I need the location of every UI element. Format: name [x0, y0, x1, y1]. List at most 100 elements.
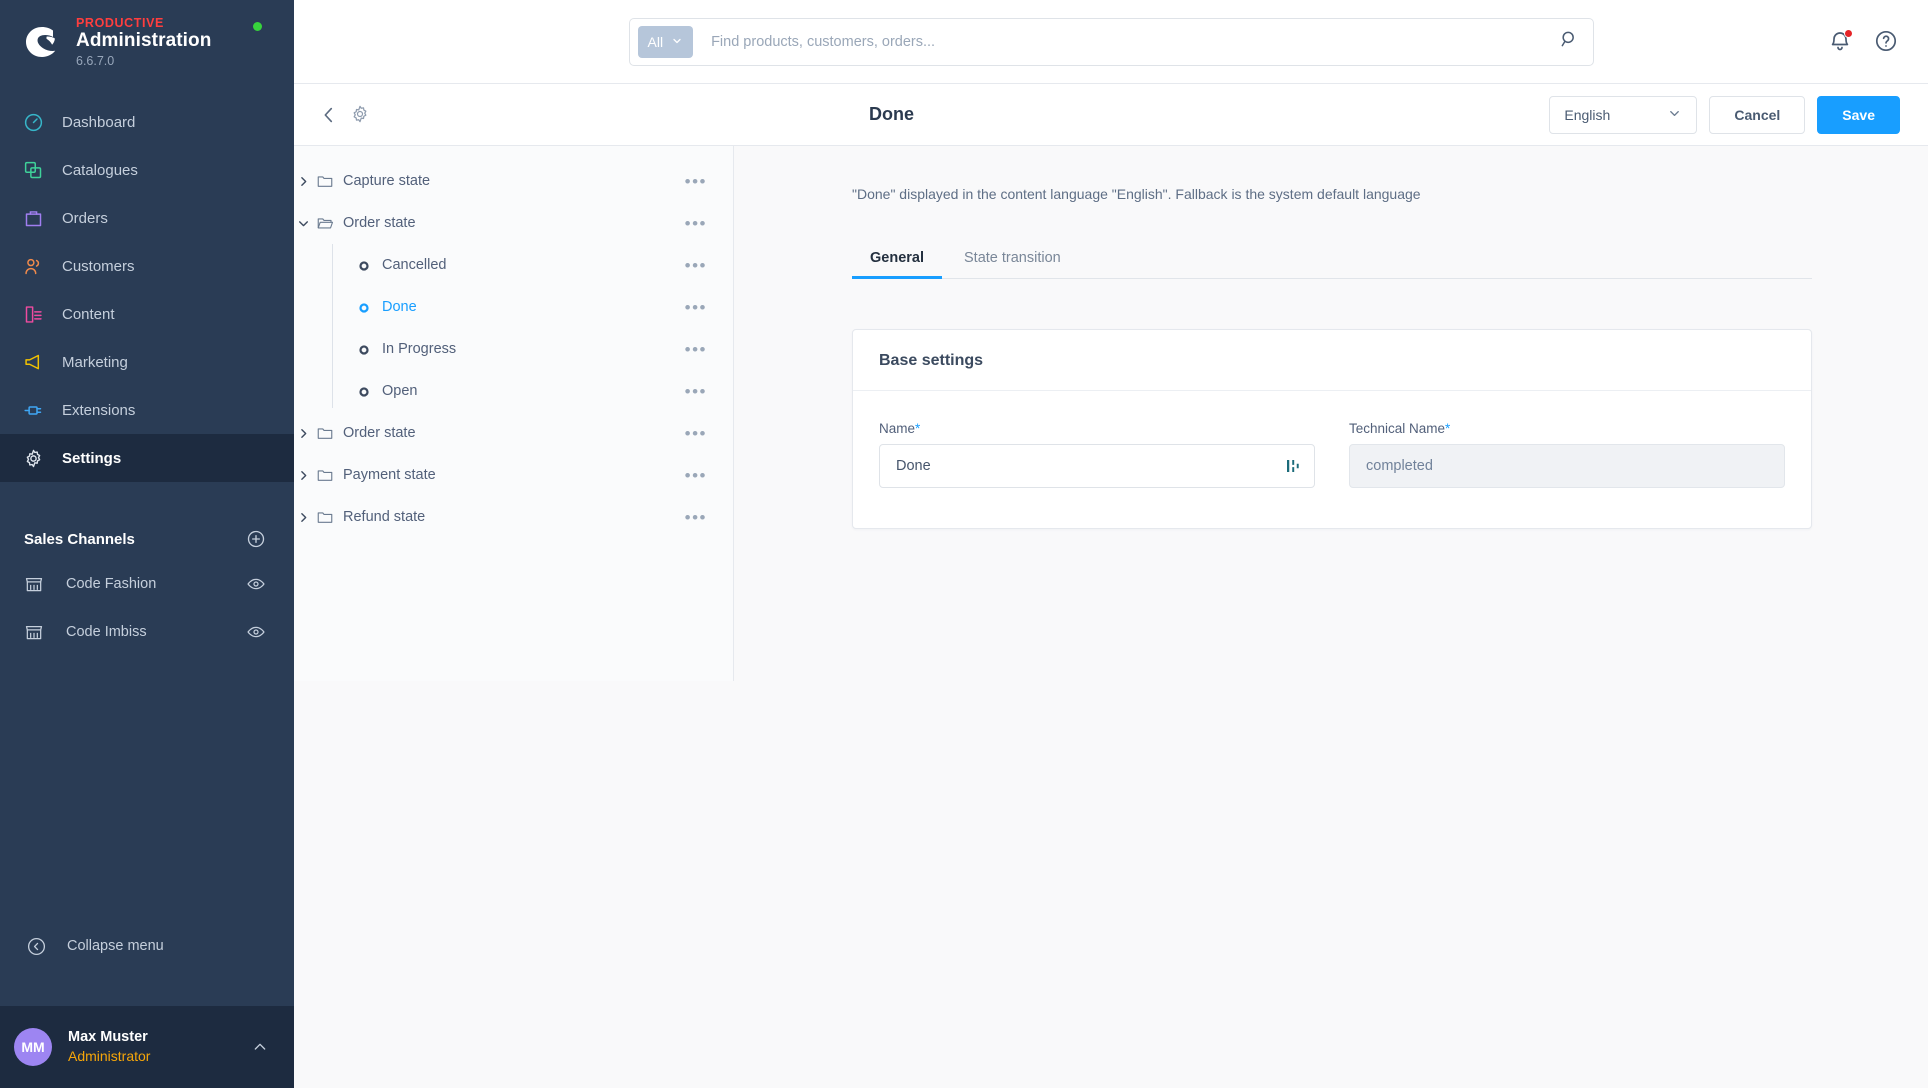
search-icon[interactable]	[1559, 29, 1579, 54]
user-menu[interactable]: MM Max Muster Administrator	[0, 1006, 294, 1088]
sidebar-item-marketing[interactable]: Marketing	[0, 338, 294, 386]
gear-icon[interactable]	[350, 104, 372, 126]
sidebar-item-label: Content	[62, 305, 115, 323]
chevron-down-icon	[1667, 106, 1682, 124]
tree-node-label: Payment state	[343, 467, 436, 483]
sidebar-item-catalogues[interactable]: Catalogues	[0, 146, 294, 194]
sidebar-item-extensions[interactable]: Extensions	[0, 386, 294, 434]
tab-state-transition[interactable]: State transition	[946, 240, 1079, 278]
card-title: Base settings	[879, 352, 984, 369]
sales-channel-label: Code Fashion	[66, 576, 157, 592]
tree-node-order-state-collapsed[interactable]: Order state •••	[294, 412, 733, 454]
chevron-right-icon[interactable]	[294, 508, 312, 526]
technical-name-input-wrapper	[1349, 444, 1785, 488]
tree-node-capture-state[interactable]: Capture state •••	[294, 160, 733, 202]
eye-icon[interactable]	[246, 574, 266, 594]
add-sales-channel-icon[interactable]	[246, 529, 266, 549]
tree-node-done[interactable]: Done •••	[294, 286, 733, 328]
tree-node-context-menu[interactable]: •••	[685, 425, 707, 442]
global-search: All	[628, 17, 1594, 66]
storefront-icon	[24, 622, 44, 642]
search-input[interactable]	[693, 33, 1559, 50]
help-circle-icon[interactable]	[1874, 29, 1900, 55]
tree-node-cancelled[interactable]: Cancelled •••	[294, 244, 733, 286]
collapse-menu-button[interactable]: Collapse menu	[0, 922, 294, 970]
inheritance-icon[interactable]	[1284, 457, 1302, 475]
required-marker: *	[915, 421, 921, 436]
eye-icon[interactable]	[246, 622, 266, 642]
topbar-actions	[1828, 28, 1900, 55]
chevron-up-icon[interactable]	[252, 1039, 268, 1055]
brand-title: Administration	[76, 30, 212, 52]
field-label-text: Technical Name	[1349, 421, 1446, 436]
sidebar-item-content[interactable]: Content	[0, 290, 294, 338]
chevron-right-icon[interactable]	[294, 466, 312, 484]
save-button[interactable]: Save	[1817, 95, 1900, 134]
name-input[interactable]	[896, 458, 1284, 474]
page-toolbar: Done English Cancel Save	[294, 84, 1928, 146]
tree-node-label: Open	[382, 383, 418, 399]
bell-icon[interactable]	[1828, 28, 1854, 55]
cancel-button[interactable]: Cancel	[1709, 95, 1806, 134]
topbar: All	[294, 0, 1928, 84]
name-input-wrapper	[879, 444, 1315, 488]
tree-node-open[interactable]: Open •••	[294, 370, 733, 412]
state-machine-tree: Capture state ••• Order state ••• Cancel…	[294, 146, 734, 681]
tab-general[interactable]: General	[852, 240, 942, 279]
technical-name-input	[1366, 458, 1772, 474]
user-name: Max Muster	[68, 1029, 148, 1046]
sidebar: PRODUCTIVE Administration 6.6.7.0 Dashbo…	[0, 0, 294, 1088]
field-label: Name*	[879, 421, 1315, 436]
sales-channel-label: Code Imbiss	[66, 624, 147, 640]
tree-node-context-menu[interactable]: •••	[685, 215, 707, 232]
tree-node-label: Refund state	[343, 509, 426, 525]
sidebar-item-dashboard[interactable]: Dashboard	[0, 98, 294, 146]
folder-icon	[316, 424, 334, 442]
main-navigation: Dashboard Catalogues Orders Customers Co…	[0, 98, 294, 482]
sidebar-item-label: Orders	[62, 209, 108, 227]
tree-node-context-menu[interactable]: •••	[685, 173, 707, 190]
chevron-down-icon[interactable]	[294, 214, 312, 232]
folder-icon	[316, 508, 334, 526]
sales-channels-title: Sales Channels	[24, 530, 135, 548]
content-icon	[22, 303, 44, 325]
tree-node-context-menu[interactable]: •••	[685, 341, 707, 358]
chevron-right-icon[interactable]	[294, 424, 312, 442]
tree-node-context-menu[interactable]: •••	[685, 509, 707, 526]
folder-open-icon	[316, 214, 334, 232]
folder-icon	[316, 172, 334, 190]
tree-node-order-state-expanded[interactable]: Order state •••	[294, 202, 733, 244]
collapse-menu-label: Collapse menu	[67, 938, 164, 954]
sales-channel-code-fashion[interactable]: Code Fashion	[0, 560, 294, 608]
brand-header: PRODUCTIVE Administration 6.6.7.0	[0, 0, 294, 84]
sales-channel-code-imbiss[interactable]: Code Imbiss	[0, 608, 294, 656]
sidebar-item-label: Customers	[62, 257, 135, 275]
required-marker: *	[1445, 421, 1451, 436]
sidebar-item-label: Catalogues	[62, 161, 138, 179]
app-root: PRODUCTIVE Administration 6.6.7.0 Dashbo…	[0, 0, 1928, 1088]
page-title: Done	[869, 104, 914, 124]
language-select[interactable]: English	[1549, 95, 1698, 134]
search-scope-dropdown[interactable]: All	[637, 25, 694, 58]
chevron-down-icon	[671, 34, 683, 50]
sidebar-item-customers[interactable]: Customers	[0, 242, 294, 290]
tree-node-context-menu[interactable]: •••	[685, 257, 707, 274]
tree-node-context-menu[interactable]: •••	[685, 383, 707, 400]
folder-icon	[316, 466, 334, 484]
search-scope-label: All	[647, 33, 664, 50]
sidebar-item-orders[interactable]: Orders	[0, 194, 294, 242]
tree-node-refund-state[interactable]: Refund state •••	[294, 496, 733, 538]
field-technical-name: Technical Name*	[1349, 421, 1785, 488]
tree-node-context-menu[interactable]: •••	[685, 467, 707, 484]
toolbar-actions: English Cancel Save	[1549, 95, 1900, 134]
back-button[interactable]	[318, 104, 340, 126]
card-body: Name* Done Technical Name* completed	[853, 391, 1811, 528]
tree-node-in-progress[interactable]: In Progress •••	[294, 328, 733, 370]
chevron-right-icon[interactable]	[294, 172, 312, 190]
tree-node-context-menu[interactable]: •••	[685, 299, 707, 316]
tree-node-label: Cancelled	[382, 257, 447, 273]
sidebar-item-label: Extensions	[62, 401, 136, 419]
sidebar-item-settings[interactable]: Settings	[0, 434, 294, 482]
tree-node-payment-state[interactable]: Payment state •••	[294, 454, 733, 496]
storefront-icon	[24, 574, 44, 594]
